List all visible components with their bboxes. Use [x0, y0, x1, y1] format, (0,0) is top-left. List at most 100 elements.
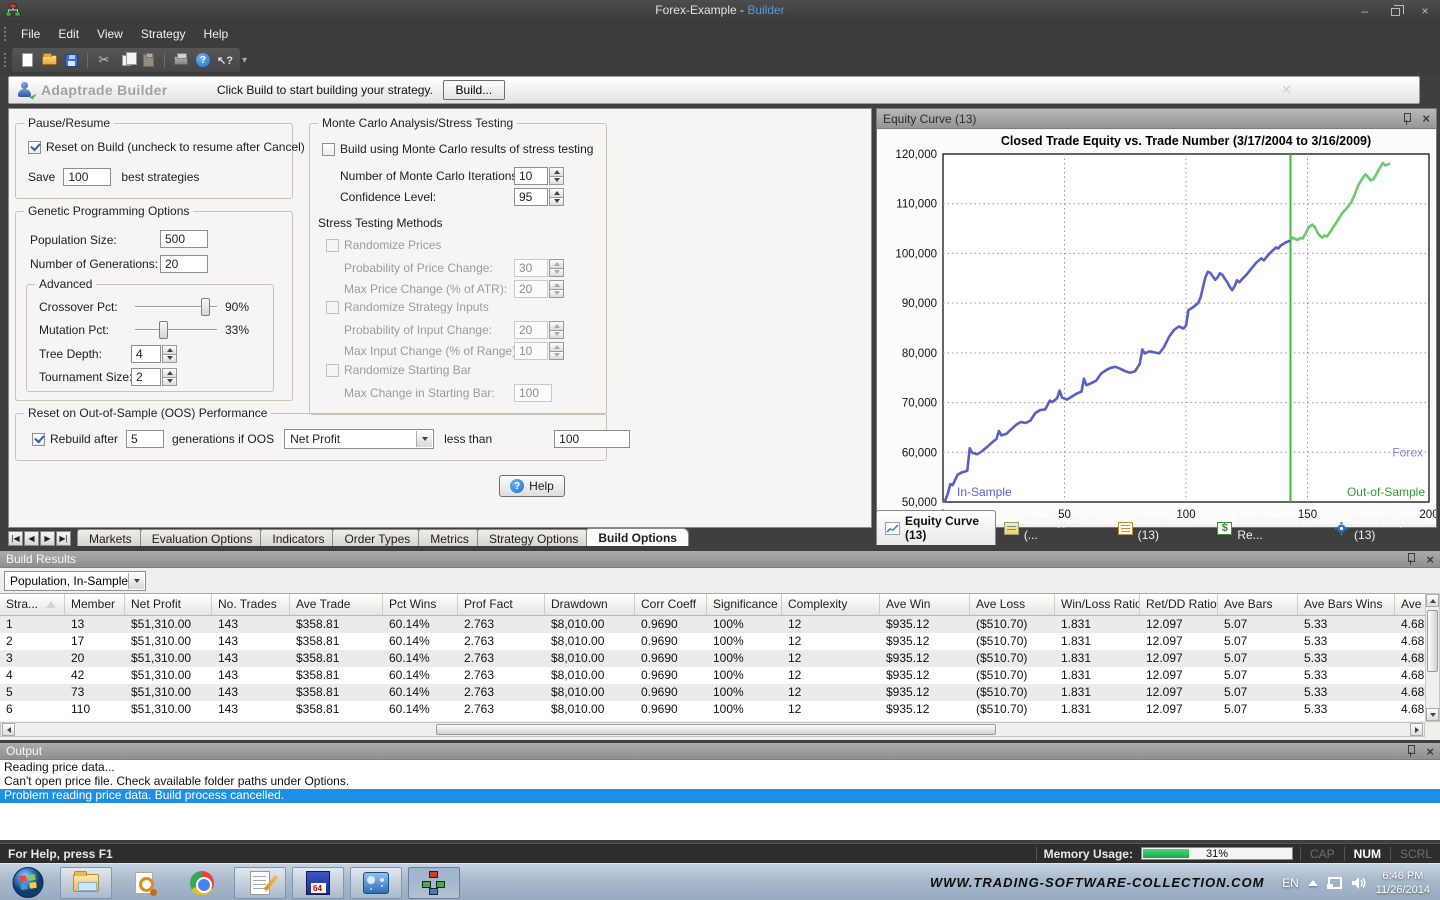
taskbar-search-button[interactable] [118, 867, 170, 899]
column-header-ret-dd-ratio[interactable]: Ret/DD Ratio [1140, 594, 1218, 616]
open-folder-icon[interactable] [40, 51, 58, 69]
restore-button[interactable] [1388, 4, 1402, 18]
menu-strategy[interactable]: Strategy [132, 24, 195, 44]
dropdown-arrow-icon[interactable] [128, 573, 144, 589]
max-price-spinner[interactable] [549, 280, 564, 298]
column-header-drawdown[interactable]: Drawdown [545, 594, 635, 616]
help-button[interactable]: ? Help [499, 475, 565, 497]
copy-icon[interactable] [117, 51, 135, 69]
menu-file[interactable]: File [12, 24, 49, 44]
language-indicator[interactable]: EN [1282, 876, 1299, 890]
crossover-slider[interactable] [135, 298, 217, 316]
output-line[interactable]: Reading price data... [0, 761, 1440, 775]
tab-markets[interactable]: Markets [77, 529, 144, 546]
column-header-ave[interactable]: Ave [1395, 594, 1425, 616]
column-header-prof-fact[interactable]: Prof Fact [458, 594, 545, 616]
prob-price-input[interactable]: 30 [514, 259, 548, 277]
column-header-ave-win[interactable]: Ave Win [880, 594, 970, 616]
taskbar-control-panel-button[interactable] [350, 867, 402, 899]
tab-nav-next[interactable]: ▶ [40, 531, 55, 546]
table-row[interactable]: 442$51,310.00143$358.8160.14%2.763$8,010… [0, 667, 1425, 684]
scroll-thumb[interactable] [1427, 610, 1438, 672]
table-row[interactable]: 573$51,310.00143$358.8160.14%2.763$8,010… [0, 684, 1425, 701]
confidence-level-input[interactable]: 95 [514, 188, 548, 206]
randomize-bar-checkbox[interactable] [326, 364, 339, 377]
taskbar-explorer-button[interactable] [60, 867, 112, 899]
column-header-pct-wins[interactable]: Pct Wins [383, 594, 458, 616]
column-header-complexity[interactable]: Complexity [782, 594, 880, 616]
column-header-corr-coeff[interactable]: Corr Coeff [635, 594, 707, 616]
scroll-thumb[interactable] [436, 724, 996, 735]
output-line[interactable]: Can't open price file. Check available f… [0, 775, 1440, 789]
column-header-stra-[interactable]: Stra... [0, 594, 65, 616]
taskbar-notepad-button[interactable] [234, 867, 286, 899]
mc-iterations-input[interactable]: 10 [514, 167, 548, 185]
mc-iterations-spinner[interactable] [549, 167, 564, 185]
generations-input[interactable]: 20 [160, 255, 208, 273]
clock[interactable]: 6:46 PM11/26/2014 [1376, 869, 1436, 897]
tab-strategy-options[interactable]: Strategy Options [477, 529, 590, 546]
prob-input-spinner[interactable] [549, 321, 564, 339]
new-file-icon[interactable] [18, 51, 36, 69]
mutation-slider[interactable] [135, 321, 217, 339]
tab-nav-last[interactable]: ▶| [56, 531, 71, 546]
banner-close-icon[interactable]: ✕ [1281, 82, 1292, 98]
cut-icon[interactable]: ✂ [95, 51, 113, 69]
tab-evaluation-options[interactable]: Evaluation Options [140, 529, 265, 546]
max-price-input[interactable]: 20 [514, 280, 548, 298]
oos-metric-dropdown[interactable]: Net Profit [284, 429, 434, 449]
paste-icon[interactable] [139, 51, 157, 69]
tree-depth-input[interactable]: 4 [131, 345, 161, 363]
population-size-input[interactable]: 500 [160, 230, 208, 248]
column-header-ave-bars-wins[interactable]: Ave Bars Wins [1298, 594, 1395, 616]
confidence-level-spinner[interactable] [549, 188, 564, 206]
column-header-net-profit[interactable]: Net Profit [125, 594, 212, 616]
table-row[interactable]: 320$51,310.00143$358.8160.14%2.763$8,010… [0, 650, 1425, 667]
about-help-icon[interactable]: ? [194, 51, 212, 69]
save-icon[interactable] [62, 51, 80, 69]
pin-icon[interactable] [1406, 745, 1416, 757]
table-row[interactable]: 113$51,310.00143$358.8160.14%2.763$8,010… [0, 616, 1425, 633]
pin-icon[interactable] [1402, 113, 1412, 125]
results-vertical-scrollbar[interactable] [1425, 593, 1440, 722]
minimize-button[interactable]: – [1358, 4, 1372, 18]
build-monte-carlo-checkbox[interactable] [322, 143, 335, 156]
tree-depth-spinner[interactable] [162, 345, 177, 363]
taskbar-adaptrade-button[interactable] [408, 867, 460, 899]
tab-nav-first[interactable]: |◀ [8, 531, 23, 546]
scroll-left-icon[interactable] [2, 723, 15, 736]
column-header-no-trades[interactable]: No. Trades [212, 594, 290, 616]
volume-icon[interactable] [1351, 876, 1367, 890]
save-strategies-input[interactable]: 100 [63, 168, 111, 186]
column-header-member[interactable]: Member [65, 594, 125, 616]
randomize-inputs-checkbox[interactable] [326, 301, 339, 314]
context-help-icon[interactable]: ↖? [216, 51, 234, 69]
rebuild-checkbox[interactable] [32, 433, 45, 446]
toolbar-overflow-chevron[interactable]: ▾ [242, 55, 247, 66]
tab-code-view[interactable]: Strategy Code (... [996, 511, 1110, 545]
tab-dollar-view[interactable]: $Performance Re... [1209, 511, 1326, 545]
scroll-down-icon[interactable] [1426, 708, 1439, 721]
menu-edit[interactable]: Edit [49, 24, 88, 44]
scroll-right-icon[interactable] [1410, 723, 1423, 736]
menu-help[interactable]: Help [195, 24, 238, 44]
results-filter-dropdown[interactable]: Population, In-Sample [4, 571, 146, 591]
close-pane-icon[interactable]: × [1426, 744, 1434, 759]
tournament-size-input[interactable]: 2 [131, 368, 161, 386]
dropdown-arrow-icon[interactable] [416, 431, 432, 447]
max-input-input[interactable]: 10 [514, 342, 548, 360]
reset-on-build-checkbox[interactable] [28, 141, 41, 154]
build-button[interactable]: Build... [443, 80, 505, 100]
taskbar-chrome-button[interactable] [176, 867, 228, 899]
prob-input-input[interactable]: 20 [514, 321, 548, 339]
tab-build-options[interactable]: Build Options [586, 528, 689, 546]
column-header-ave-bars[interactable]: Ave Bars [1218, 594, 1298, 616]
tab-nav-prev[interactable]: ◀ [24, 531, 39, 546]
output-line[interactable]: Problem reading price data. Build proces… [0, 789, 1440, 803]
tab-metrics[interactable]: Metrics [418, 529, 481, 546]
randomize-prices-checkbox[interactable] [326, 239, 339, 252]
start-button[interactable] [8, 866, 48, 899]
tab-order-types[interactable]: Order Types [332, 529, 422, 546]
table-row[interactable]: 6110$51,310.00143$358.8160.14%2.763$8,01… [0, 701, 1425, 718]
table-row[interactable]: 217$51,310.00143$358.8160.14%2.763$8,010… [0, 633, 1425, 650]
